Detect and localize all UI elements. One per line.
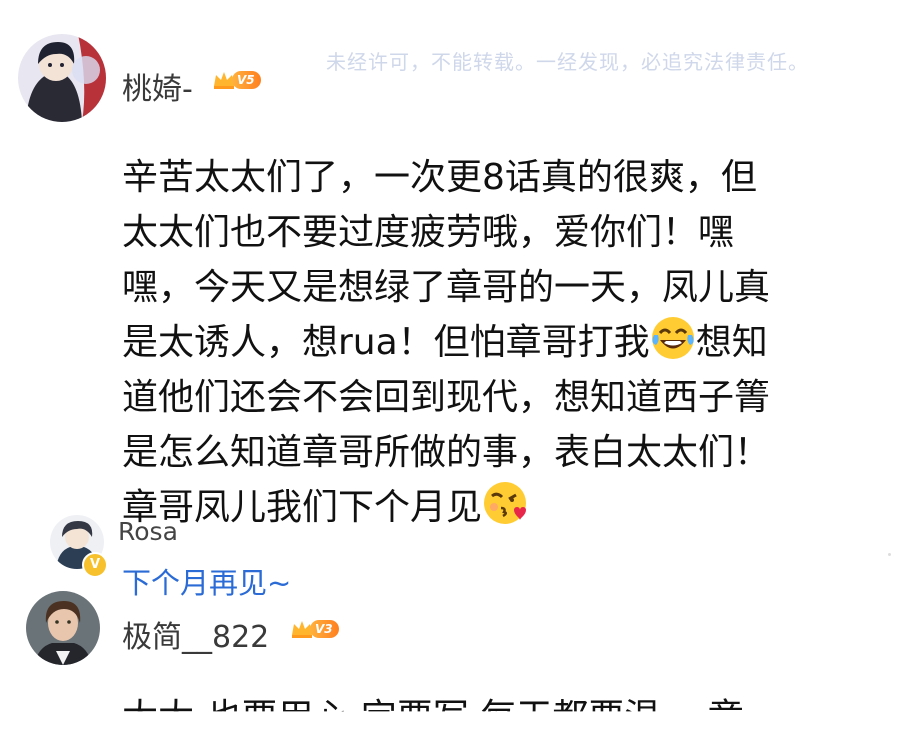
divider-dot (888, 553, 891, 556)
comment-line: 嘿，今天又是想绿了章哥的一天，凤儿真 (122, 267, 771, 308)
vip-level: V3 (310, 620, 339, 638)
comment-line-segment: 是太诱人，想rua！但怕章哥打我 (122, 322, 650, 363)
comment-line: 章哥凤儿我们下个月见 (122, 480, 862, 535)
comment-line-segment: 想知 (695, 322, 768, 363)
vip-level: V5 (232, 71, 261, 89)
comment-line: 道他们还会不会回到现代，想知道西子箐 (122, 377, 771, 418)
vip-badge: V5 (212, 70, 261, 90)
comment-line: 辛苦太太们了，一次更8话真的很爽，但 (122, 157, 757, 198)
avatar[interactable] (18, 34, 106, 122)
reply-author-name[interactable]: Rosa (118, 517, 178, 546)
next-comment-text: 太太 也要用心 定要写 每天都要温一 章 (122, 697, 744, 738)
verified-badge: V (82, 552, 108, 578)
copyright-watermark: 未经许可，不能转载。一经发现，必追究法律责任。 (326, 50, 809, 74)
next-comment-author-name[interactable]: 极简__822 (122, 612, 269, 656)
laughing-tears-emoji-icon (651, 317, 694, 359)
comment-line: 太太们也不要过度疲劳哦，爱你们！嘿 (122, 212, 735, 253)
comment-text: 辛苦太太们了，一次更8话真的很爽，但 太太们也不要过度疲劳哦，爱你们！嘿 嘿，今… (122, 150, 862, 535)
comment-line: 是太诱人，想rua！但怕章哥打我 想知 (122, 315, 862, 370)
kissing-heart-emoji-icon (484, 482, 527, 524)
post-author-name[interactable]: 桃婍- (122, 64, 193, 108)
reply-text-link[interactable]: 下个月再见~ (122, 560, 291, 602)
vip-badge: V3 (290, 619, 339, 639)
comment-line: 是怎么知道章哥所做的事，表白太太们！ (122, 432, 771, 473)
next-comment-avatar[interactable] (26, 591, 100, 665)
